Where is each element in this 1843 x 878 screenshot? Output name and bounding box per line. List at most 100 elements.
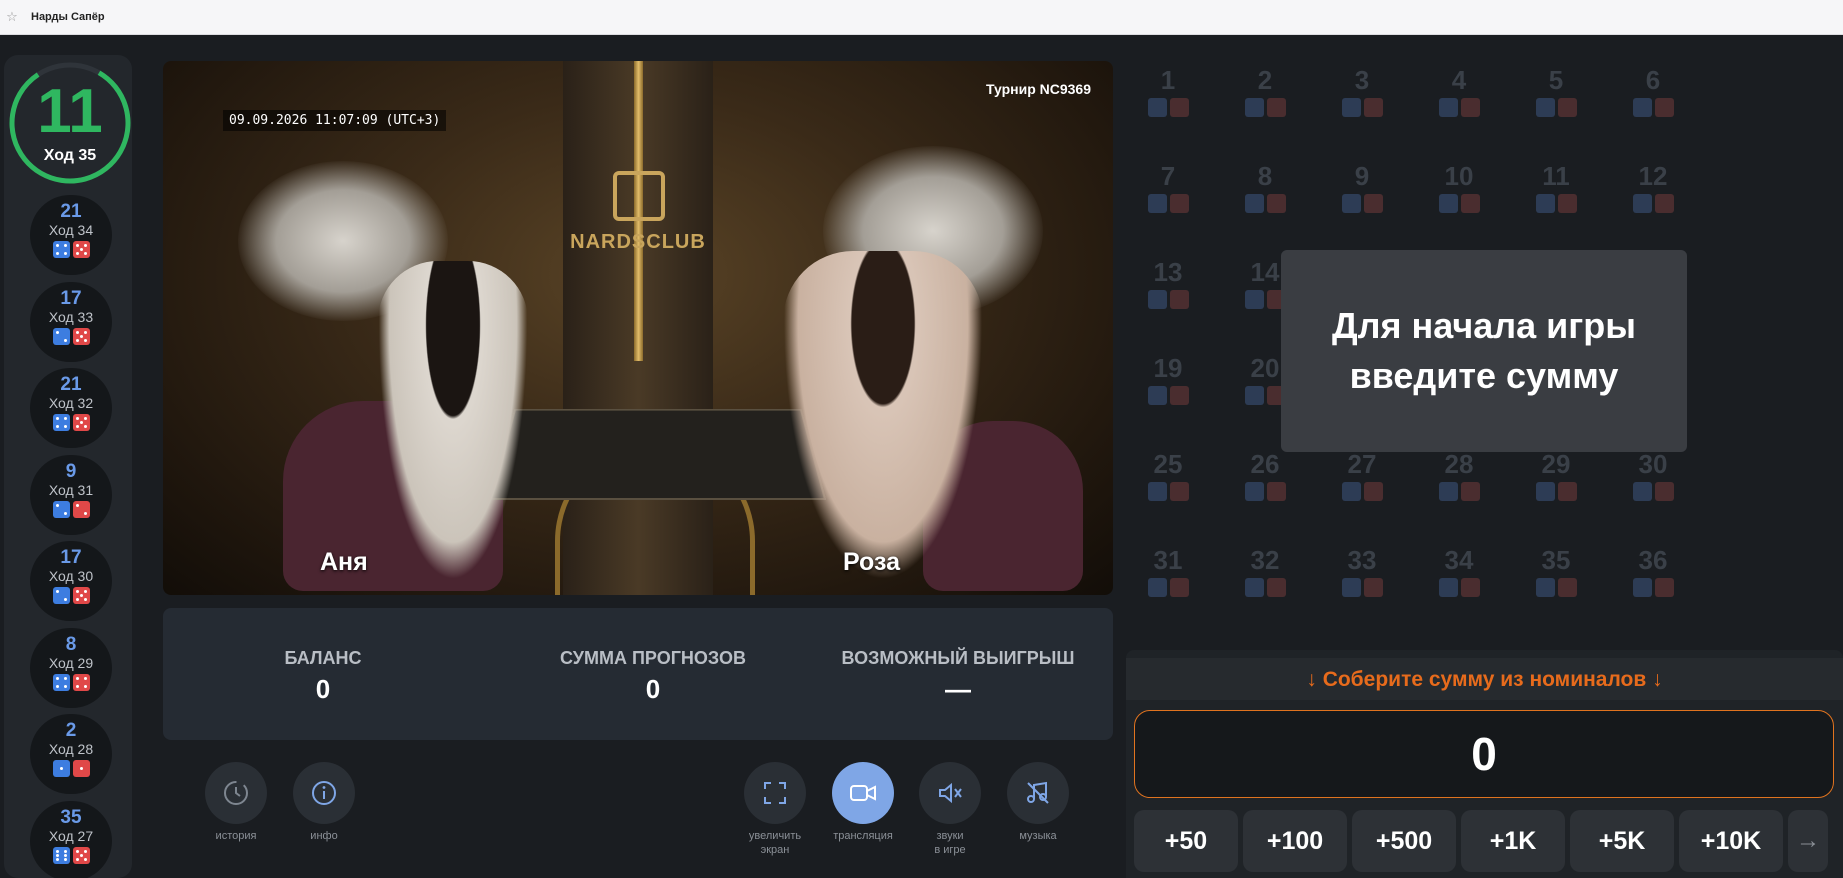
move-dice	[30, 414, 112, 431]
bet-panel: ↓ Соберите сумму из номиналов ↓ 0 +50 +10…	[1126, 650, 1843, 878]
bet-chip-button[interactable]: +50	[1134, 810, 1238, 872]
arrow-right-icon[interactable]: →	[1788, 810, 1828, 872]
board-cell-dice	[1508, 98, 1604, 117]
board-cell[interactable]: 7	[1120, 161, 1216, 251]
current-move-number: 11	[37, 77, 103, 146]
board-cell[interactable]: 32	[1217, 545, 1313, 635]
board-cell-number: 28	[1444, 449, 1474, 479]
board-cell-number: 33	[1347, 545, 1377, 575]
board-cell-number: 19	[1153, 353, 1183, 383]
board-cell[interactable]: 35	[1508, 545, 1604, 635]
fullscreen-icon[interactable]	[744, 762, 806, 824]
music-muted-icon[interactable]	[1007, 762, 1069, 824]
red-die-icon	[72, 500, 90, 518]
board-cell[interactable]: 29	[1508, 449, 1604, 539]
board-cell-number: 4	[1451, 65, 1467, 95]
board-cell[interactable]: 5	[1508, 65, 1604, 155]
board-cell-dice	[1217, 98, 1313, 117]
history-move-item[interactable]: 17 Ход 30	[30, 541, 112, 621]
board-cell[interactable]: 30	[1605, 449, 1701, 539]
board-cell[interactable]: 11	[1508, 161, 1604, 251]
bet-chip-button[interactable]: +100	[1243, 810, 1347, 872]
board-cell[interactable]: 25	[1120, 449, 1216, 539]
board-cell-dice	[1120, 290, 1216, 309]
red-die-icon	[1654, 98, 1674, 117]
music-button[interactable]: музыка	[993, 762, 1083, 843]
possible-win-stat: ВОЗМОЖНЫЙ ВЫИГРЫШ —	[823, 648, 1093, 705]
bet-chip-button[interactable]: +10K	[1679, 810, 1783, 872]
history-icon[interactable]	[205, 762, 267, 824]
history-move-item[interactable]: 35 Ход 27	[30, 800, 112, 878]
history-move-item[interactable]: 21 Ход 34	[30, 195, 112, 275]
stream-button[interactable]: трансляция	[818, 762, 908, 843]
board-cell-dice	[1411, 482, 1507, 501]
bet-amount-field[interactable]: 0	[1134, 710, 1834, 798]
board-cell[interactable]: 10	[1411, 161, 1507, 251]
board-cell[interactable]: 2	[1217, 65, 1313, 155]
board-cell[interactable]: 3	[1314, 65, 1410, 155]
bet-chip-button[interactable]: +500	[1352, 810, 1456, 872]
board-cell[interactable]: 1	[1120, 65, 1216, 155]
board-cell-number: 10	[1444, 161, 1474, 191]
move-dice	[30, 846, 112, 864]
board-cell-dice	[1217, 578, 1313, 597]
stream-label: трансляция	[833, 830, 893, 842]
sound-button[interactable]: звуки в игре	[905, 762, 995, 857]
player-left-figure	[378, 261, 528, 581]
history-move-item[interactable]: 8 Ход 29	[30, 627, 112, 708]
red-die-icon	[1654, 578, 1674, 597]
board-cell-number: 9	[1354, 161, 1370, 191]
history-button[interactable]: история	[191, 762, 281, 843]
board-cell[interactable]: 26	[1217, 449, 1313, 539]
board-cell[interactable]: 12	[1605, 161, 1701, 251]
board-cell-dice	[1217, 482, 1313, 501]
board-cell-number: 34	[1444, 545, 1474, 575]
info-button[interactable]: инфо	[279, 762, 369, 843]
overlay-line1: Для начала игры	[1331, 305, 1637, 346]
red-die-icon	[1557, 98, 1577, 117]
move-dice	[30, 327, 112, 345]
bet-chip-button[interactable]: +5K	[1570, 810, 1674, 872]
move-history-panel: 11 Ход 35 21 Ход 34 17 Ход 33 21 Ход 32 9 Ход 3…	[4, 55, 132, 878]
board-cell-number: 3	[1354, 65, 1370, 95]
forecast-value: 0	[645, 674, 661, 704]
window-title: Нарды Сапёр	[31, 11, 105, 23]
history-move-item[interactable]: 17 Ход 33	[30, 281, 112, 362]
history-move-item[interactable]: 9 Ход 31	[30, 454, 112, 535]
fullscreen-button[interactable]: увеличить экран	[730, 762, 820, 857]
board-cell-number: 6	[1645, 65, 1661, 95]
player-left-name: Аня	[320, 548, 368, 576]
info-icon[interactable]	[293, 762, 355, 824]
board-cell[interactable]: 8	[1217, 161, 1313, 251]
board-cell[interactable]: 34	[1411, 545, 1507, 635]
board-cell-number: 8	[1257, 161, 1273, 191]
board-cell[interactable]: 4	[1411, 65, 1507, 155]
blue-die-icon	[1535, 578, 1555, 597]
board-cell[interactable]: 36	[1605, 545, 1701, 635]
board-cell[interactable]: 27	[1314, 449, 1410, 539]
board-cell[interactable]: 31	[1120, 545, 1216, 635]
board-cell[interactable]: 13	[1120, 257, 1216, 347]
bet-chip-button[interactable]: +1K	[1461, 810, 1565, 872]
video-camera-icon[interactable]	[832, 762, 894, 824]
board-cell[interactable]: 6	[1605, 65, 1701, 155]
history-move-item[interactable]: 21 Ход 32	[30, 368, 112, 448]
board-cell[interactable]: 28	[1411, 449, 1507, 539]
blue-die-icon	[1147, 98, 1167, 117]
forecast-stat: СУММА ПРОГНОЗОВ 0	[503, 648, 803, 705]
star-icon[interactable]: ☆	[5, 10, 19, 24]
board-cell[interactable]: 33	[1314, 545, 1410, 635]
board-cell[interactable]: 19	[1120, 353, 1216, 443]
live-video[interactable]: NARDSCLUB 09.09.2026 11:07:09 (UTC+3) Ту…	[163, 61, 1113, 595]
nardsclub-logo: NARDSCLUB	[570, 231, 706, 253]
move-label: Ход 30	[48, 568, 94, 584]
sound-muted-icon[interactable]	[919, 762, 981, 824]
sound-label: звуки в игре	[905, 829, 995, 857]
board-cell[interactable]: 9	[1314, 161, 1410, 251]
red-die-icon	[1169, 386, 1189, 405]
music-label: музыка	[1019, 830, 1057, 842]
balance-stat: БАЛАНС 0	[233, 648, 413, 705]
blue-die-icon	[1438, 578, 1458, 597]
history-move-item[interactable]: 2 Ход 28	[30, 714, 112, 794]
blue-die-icon	[1244, 578, 1264, 597]
